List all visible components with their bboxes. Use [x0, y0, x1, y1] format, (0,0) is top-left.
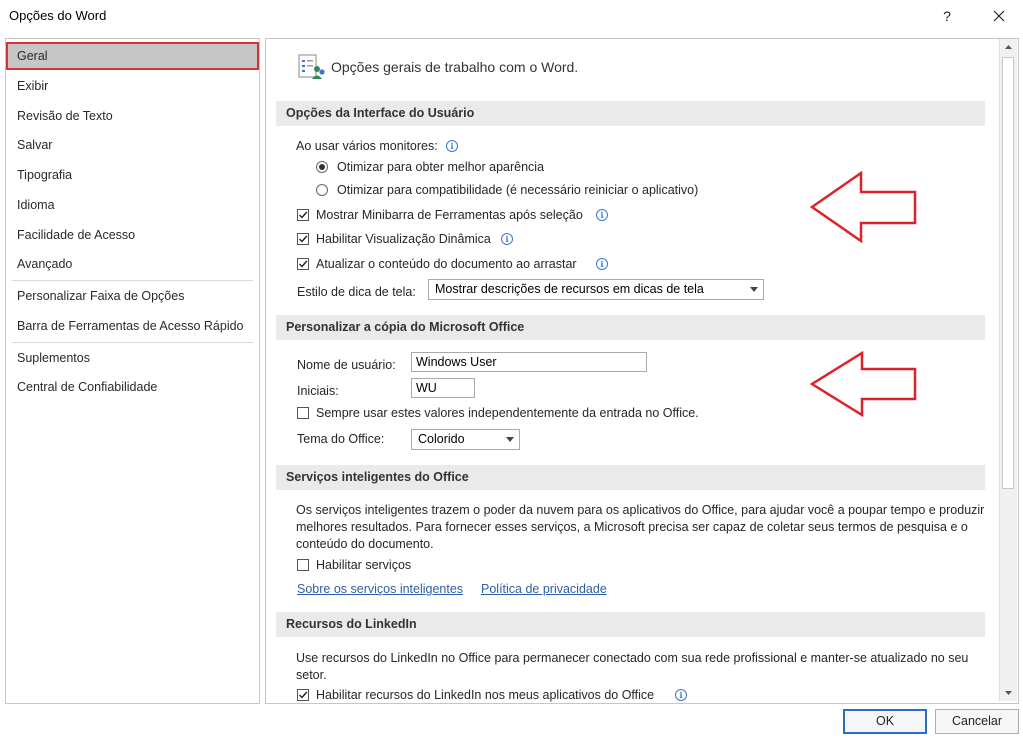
chevron-down-icon [506, 437, 514, 442]
enable-linkedin-label: Habilitar recursos do LinkedIn nos meus … [316, 688, 655, 702]
section-intelligent-services: Serviços inteligentes do Office [276, 465, 985, 490]
info-icon: i [446, 140, 458, 152]
update-drag-label: Atualizar o conteúdo do documento ao arr… [316, 257, 577, 271]
tooltip-style-label: Estilo de dica de tela: [297, 285, 416, 299]
sidebar-item-tipografia[interactable]: Tipografia [6, 161, 259, 189]
window-title: Opções do Word [9, 8, 107, 23]
checkbox-update-drag[interactable] [297, 258, 309, 270]
live-preview-label: Habilitar Visualização Dinâmica [316, 232, 491, 246]
mini-toolbar-label: Mostrar Minibarra de Ferramentas após se… [316, 208, 583, 222]
sidebar-item-suplementos[interactable]: Suplementos [6, 344, 259, 372]
info-icon: i [675, 689, 687, 701]
scroll-up-button[interactable] [1000, 39, 1017, 56]
sidebar-item-avancado[interactable]: Avançado [6, 250, 259, 278]
sidebar-item-facilidade-de-acesso[interactable]: Facilidade de Acesso [6, 221, 259, 249]
sidebar-item-geral[interactable]: Geral [6, 42, 259, 70]
checkbox-mini-toolbar[interactable] [297, 209, 309, 221]
checkmark-icon [299, 260, 308, 268]
monitors-label: Ao usar vários monitores: [296, 139, 438, 153]
scroll-down-button[interactable] [1000, 684, 1017, 701]
checkbox-enable-linkedin[interactable] [297, 689, 309, 701]
sidebar-item-salvar[interactable]: Salvar [6, 131, 259, 159]
section-ui-options: Opções da Interface do Usuário [276, 101, 985, 126]
sidebar-item-exibir[interactable]: Exibir [6, 72, 259, 100]
chevron-up-icon [1005, 45, 1012, 49]
panel-header: Opções gerais de trabalho com o Word. [331, 59, 579, 75]
section-linkedin: Recursos do LinkedIn [276, 612, 985, 637]
ok-button[interactable]: OK [843, 709, 927, 734]
sidebar-item-central-confiabilidade[interactable]: Central de Confiabilidade [6, 373, 259, 401]
link-privacy-policy[interactable]: Política de privacidade [481, 582, 607, 596]
checkmark-icon [299, 691, 308, 699]
sidebar-item-idioma[interactable]: Idioma [6, 191, 259, 219]
sidebar-divider [12, 342, 253, 343]
sidebar-item-revisao-de-texto[interactable]: Revisão de Texto [6, 102, 259, 130]
close-button[interactable] [985, 4, 1013, 28]
radio-best-appearance-label: Otimizar para obter melhor aparência [337, 160, 545, 174]
tooltip-style-value: Mostrar descrições de recursos em dicas … [435, 282, 704, 296]
chevron-down-icon [1005, 691, 1012, 695]
office-theme-label: Tema do Office: [297, 432, 385, 446]
intelligent-services-description: Os serviços inteligentes trazem o poder … [296, 503, 985, 551]
sidebar-divider [12, 280, 253, 281]
initials-field[interactable]: WU [411, 378, 475, 398]
annotation-arrow-icon [809, 171, 917, 243]
options-panel: Opções gerais de trabalho com o Word. Op… [265, 38, 1019, 704]
office-theme-value: Colorido [418, 432, 465, 446]
info-icon: i [596, 209, 608, 221]
checkbox-enable-services[interactable] [297, 559, 309, 571]
radio-compatibility[interactable] [316, 184, 328, 196]
scroll-thumb[interactable] [1002, 57, 1014, 489]
linkedin-description: Use recursos do LinkedIn no Office para … [296, 651, 969, 682]
cancel-button[interactable]: Cancelar [935, 709, 1019, 734]
info-icon: i [501, 233, 513, 245]
always-use-values-label: Sempre usar estes valores independenteme… [316, 406, 699, 420]
sidebar-item-personalizar-faixa[interactable]: Personalizar Faixa de Opções [6, 282, 259, 310]
sidebar: Geral Exibir Revisão de Texto Salvar Tip… [5, 38, 260, 704]
checkbox-always-use-values[interactable] [297, 407, 309, 419]
checkmark-icon [299, 235, 308, 243]
help-button[interactable]: ? [935, 4, 959, 28]
general-options-icon [296, 52, 326, 82]
chevron-down-icon [750, 287, 758, 292]
initials-label: Iniciais: [297, 384, 339, 398]
link-about-intelligent-services[interactable]: Sobre os serviços inteligentes [297, 582, 463, 596]
enable-services-label: Habilitar serviços [316, 558, 412, 572]
title-bar: Opções do Word ? [0, 0, 1023, 32]
sidebar-item-barra-acesso-rapido[interactable]: Barra de Ferramentas de Acesso Rápido [6, 312, 259, 340]
annotation-arrow-icon [809, 351, 917, 417]
section-personalize-copy: Personalizar a cópia do Microsoft Office [276, 315, 985, 340]
tooltip-style-select[interactable]: Mostrar descrições de recursos em dicas … [428, 279, 764, 300]
checkmark-icon [299, 211, 308, 219]
username-field[interactable]: Windows User [411, 352, 647, 372]
vertical-scrollbar[interactable] [999, 39, 1017, 701]
close-icon [993, 10, 1005, 22]
radio-compatibility-label: Otimizar para compatibilidade (é necessá… [337, 183, 699, 197]
username-label: Nome de usuário: [297, 358, 396, 372]
checkbox-live-preview[interactable] [297, 233, 309, 245]
office-theme-select[interactable]: Colorido [411, 429, 520, 450]
radio-best-appearance[interactable] [316, 161, 328, 173]
info-icon: i [596, 258, 608, 270]
